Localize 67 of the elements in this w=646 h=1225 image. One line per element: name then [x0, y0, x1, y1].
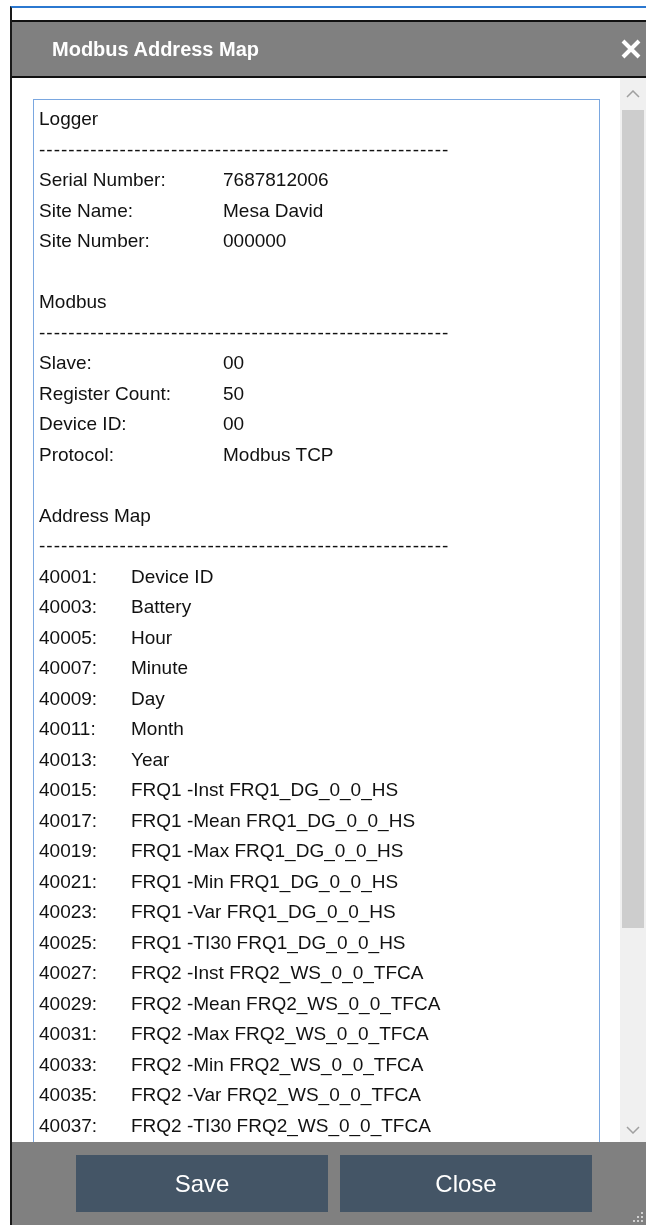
section-title: Address Map	[39, 503, 151, 528]
field-label: Slave:	[39, 352, 92, 373]
scrollbar-thumb[interactable]	[622, 110, 644, 928]
register-address: 40001:	[39, 565, 98, 587]
register-address: 40007:	[39, 657, 98, 678]
register-name: FRQ2 -Var FRQ2_WS_0_0_TFCA	[131, 1083, 421, 1108]
field-label: Register Count:	[39, 382, 171, 404]
register-name: FRQ2 -TI30 FRQ2_WS_0_0_TFCA	[131, 1113, 431, 1139]
field-label: Device ID:	[39, 413, 127, 434]
divider-text: --------------------------------------------------------	[39, 320, 450, 345]
field-value: 7687812006	[223, 168, 329, 192]
register-name: FRQ2 -Mean FRQ2_WS_0_0_TFCA	[131, 991, 441, 1017]
register-name: Month	[131, 717, 184, 741]
field-value: 50	[223, 381, 245, 406]
register-name: FRQ1 -TI30 FRQ1_DG_0_0_HS	[131, 930, 406, 956]
register-address: 40025:	[39, 931, 98, 953]
field-label: Serial Number:	[39, 169, 166, 190]
register-name: FRQ1 -Max FRQ1_DG_0_0_HS	[131, 839, 404, 864]
register-address: 40017:	[39, 809, 98, 831]
divider-text: --------------------------------------------------------	[39, 137, 450, 162]
close-button[interactable]: Close	[340, 1155, 592, 1212]
register-name: Year	[131, 747, 170, 772]
scrollbar[interactable]	[620, 78, 646, 1142]
register-name: FRQ2 -Inst FRQ2_WS_0_0_TFCA	[131, 961, 424, 986]
register-address: 40031:	[39, 1023, 98, 1044]
field-label: Site Number:	[39, 230, 150, 251]
register-name: FRQ1 -Var FRQ1_DG_0_0_HS	[131, 900, 396, 925]
register-name: Device ID	[131, 564, 214, 589]
field-value: 000000	[223, 229, 287, 253]
register-name: FRQ2 -Min FRQ2_WS_0_0_TFCA	[131, 1052, 424, 1078]
register-name: Hour	[131, 625, 173, 650]
field-label: Protocol:	[39, 443, 114, 465]
save-button[interactable]: Save	[76, 1155, 328, 1212]
register-address: 40023:	[39, 901, 98, 922]
field-value: 00	[223, 351, 245, 375]
register-address: 40019:	[39, 840, 98, 861]
section-title: Logger	[39, 107, 99, 131]
register-address: 40033:	[39, 1053, 98, 1075]
close-icon[interactable]	[620, 38, 642, 60]
register-address: 40029:	[39, 992, 98, 1014]
register-name: Battery	[131, 595, 192, 619]
register-address: 40021:	[39, 870, 98, 892]
register-address: 40015:	[39, 779, 98, 800]
register-address: 40009:	[39, 687, 98, 709]
register-address: 40027:	[39, 962, 98, 983]
scroll-down-icon[interactable]	[626, 1126, 640, 1134]
register-address: 40035:	[39, 1084, 98, 1105]
window-title: Modbus Address Map	[52, 37, 260, 62]
section-title: Modbus	[39, 290, 107, 314]
field-label: Site Name:	[39, 199, 133, 221]
scroll-up-icon[interactable]	[626, 90, 640, 98]
register-name: FRQ2 -Max FRQ2_WS_0_0_TFCA	[131, 1022, 429, 1047]
register-name: FRQ1 -Min FRQ1_DG_0_0_HS	[131, 869, 399, 895]
register-address: 40011:	[39, 718, 96, 739]
divider-text: --------------------------------------------------------	[39, 534, 450, 558]
register-name: Day	[131, 686, 165, 711]
register-address: 40005:	[39, 626, 98, 648]
resize-grip-icon[interactable]	[632, 1211, 644, 1223]
register-address: 40037:	[39, 1114, 98, 1136]
register-name: FRQ1 -Inst FRQ1_DG_0_0_HS	[131, 778, 399, 803]
field-value: Mesa David	[223, 198, 324, 223]
register-name: FRQ1 -Mean FRQ1_DG_0_0_HS	[131, 808, 416, 834]
register-address: 40013:	[39, 748, 98, 770]
field-value: Modbus TCP	[223, 442, 334, 467]
register-name: Minute	[131, 656, 189, 680]
field-value: 00	[223, 412, 245, 436]
register-address: 40003:	[39, 596, 98, 617]
